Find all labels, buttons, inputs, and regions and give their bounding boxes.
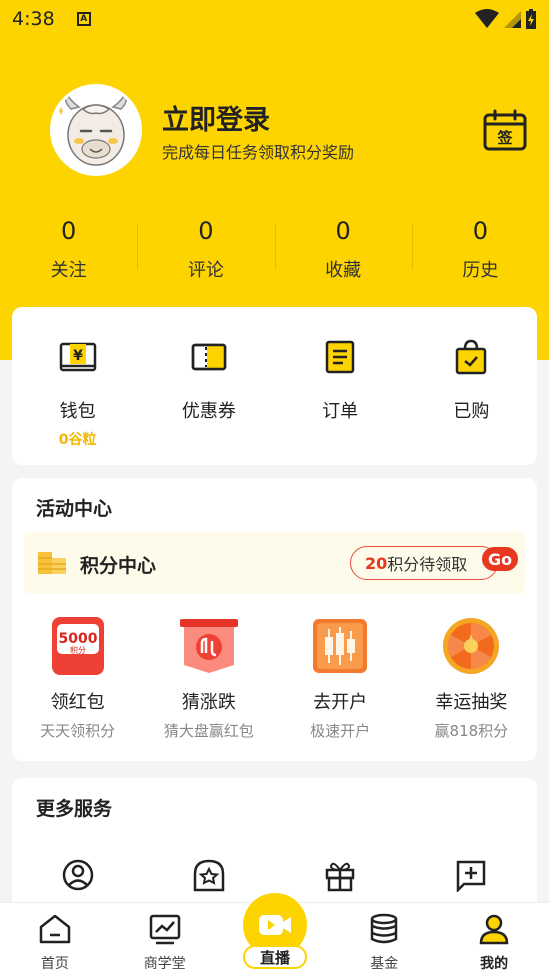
service-badge[interactable] [143,858,274,892]
wallet-label: 钱包 [59,401,96,422]
activity-label: 去开户 [313,692,368,713]
user-circle-icon [62,859,93,891]
activity-sub: 猜大盘赢红包 [163,722,254,740]
pending-points-text: 积分待领取 [387,555,468,574]
stat-value: 0 [198,217,214,245]
video-camera-icon [259,915,291,935]
service-gift[interactable] [275,858,406,892]
stat-value: 0 [335,217,351,245]
avatar[interactable] [50,84,142,176]
activity-open-account[interactable]: 去开户 极速开户 [275,614,406,741]
stat-follow[interactable]: 0 关注 [0,214,137,284]
svg-text:¥: ¥ [73,348,83,364]
gift-icon [325,862,355,892]
activity-red-packet[interactable]: 5000 积分 领红包 天天领积分 [12,614,143,741]
service-add-note[interactable] [406,858,537,892]
activity-items: 5000 积分 领红包 天天领积分 猜涨跌 猜大盘赢红包 去开户 极速开户 幸运… [12,614,537,741]
activity-sub: 天天领积分 [40,722,116,740]
cow-mascot-icon [59,93,131,166]
points-center-title: 积分中心 [80,555,157,577]
stat-history[interactable]: 0 历史 [411,214,549,284]
nav-live-label[interactable]: 直播 [243,945,307,969]
wallet-balance: 0谷粒 [58,432,97,448]
wallet-card: ¥ 钱包 0谷粒 优惠券 订单 已购 [12,307,537,465]
battery-icon [526,9,536,29]
stat-value: 0 [60,217,77,245]
login-title[interactable]: 立即登录 [162,98,270,137]
activity-label: 猜涨跌 [181,692,236,713]
database-icon [371,913,398,944]
stat-value: 0 [472,217,489,245]
nav-home-label: 首页 [40,956,69,972]
stat-label: 关注 [50,260,87,281]
stats-row: 0 关注 0 评论 0 收藏 0 历史 [0,214,549,284]
home-icon [39,914,71,944]
activity-center-card: 活动中心 积分中心 20 积分待领取 Go 5000 积分 领红包 天天领积分 … [12,478,537,761]
candlestick-icon [313,619,368,673]
coin-stack-icon [38,552,66,574]
orders-label: 订单 [322,401,359,422]
nav-mine[interactable]: 我的 [439,903,549,977]
purchased-bag-icon [456,339,487,375]
nav-fund[interactable]: 基金 [329,903,439,977]
notification-icon: A [76,12,91,26]
stat-favorites[interactable]: 0 收藏 [274,214,412,284]
wallet-item-coupon[interactable]: 优惠券 [143,307,274,465]
stat-comments[interactable]: 0 评论 [137,214,274,284]
services-title: 更多服务 [36,798,113,820]
chart-board-icon [149,914,180,945]
nav-mine-label: 我的 [480,956,509,972]
wallet-item-purchased[interactable]: 已购 [406,307,537,465]
stat-label: 评论 [187,260,224,281]
sign-char: 签 [496,129,513,147]
go-button[interactable]: Go [482,547,518,571]
login-subtitle: 完成每日任务领取积分奖励 [162,143,355,162]
user-filled-icon [479,914,509,945]
pending-points-num: 20 [365,553,388,573]
activity-sub: 极速开户 [310,722,371,740]
activity-title: 活动中心 [36,498,113,520]
star-badge-icon [193,859,225,892]
calendar-sign-icon: 签 [483,109,527,151]
guess-trend-icon [179,619,238,673]
nav-school-label: 商学堂 [143,956,186,972]
stat-label: 历史 [462,260,499,281]
activity-lucky-draw[interactable]: 幸运抽奖 赢818积分 [406,614,537,741]
add-note-icon [457,860,486,892]
pending-points[interactable]: 20 积分待领取 [350,546,498,580]
status-bar: 4:38 A [0,0,549,38]
coupon-label: 优惠券 [181,401,236,422]
cell-signal-icon [504,11,521,28]
red-packet-unit: 积分 [70,645,86,655]
nav-school[interactable]: 商学堂 [110,903,220,977]
stat-label: 收藏 [325,260,362,281]
activity-guess-trend[interactable]: 猜涨跌 猜大盘赢红包 [143,614,274,741]
activity-label: 幸运抽奖 [435,692,508,713]
order-icon [325,340,355,374]
service-user[interactable] [12,858,143,892]
sign-in-calendar-button[interactable]: 签 [482,108,528,152]
activity-sub: 赢818积分 [434,722,509,740]
red-packet-icon: 5000 积分 [51,617,104,675]
lucky-wheel-icon [443,618,500,674]
nav-home[interactable]: 首页 [0,903,110,977]
red-packet-amount: 5000 [58,631,97,647]
nav-fund-label: 基金 [370,956,399,972]
wallet-icon: ¥ [59,342,96,372]
points-center-bar[interactable]: 积分中心 20 积分待领取 Go [24,532,525,594]
header-background [0,0,549,360]
activity-label: 领红包 [50,692,105,713]
purchased-label: 已购 [453,401,490,422]
wallet-item-orders[interactable]: 订单 [275,307,406,465]
coupon-icon [191,343,227,371]
wifi-icon [475,9,499,28]
status-time: 4:38 [12,8,55,30]
wallet-item-wallet[interactable]: ¥ 钱包 0谷粒 [12,307,143,465]
